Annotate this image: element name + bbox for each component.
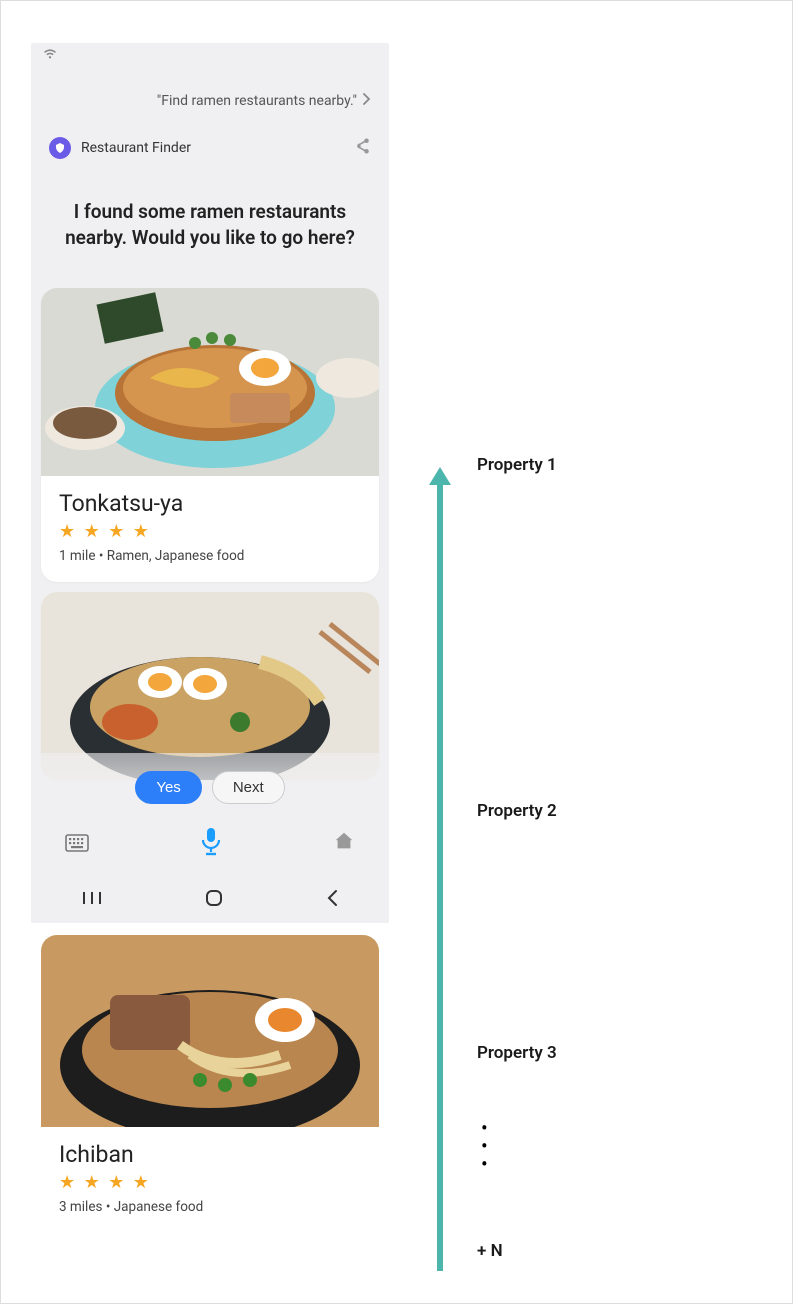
chevron-right-icon bbox=[363, 93, 371, 109]
ellipsis-icon: ••• bbox=[481, 1119, 488, 1173]
restaurant-card-body: Tonkatsu-ya ★ ★ ★ ★ 1 mile • Ramen, Japa… bbox=[41, 476, 379, 582]
next-button[interactable]: Next bbox=[212, 771, 285, 804]
back-button[interactable] bbox=[326, 889, 338, 912]
phone-frame: "Find ramen restaurants nearby." Restaur… bbox=[31, 43, 389, 923]
restaurant-card[interactable]: Ichiban ★ ★ ★ ★ 3 miles • Japanese food bbox=[41, 935, 379, 1233]
restaurant-image bbox=[41, 288, 379, 476]
recents-button[interactable] bbox=[82, 890, 102, 911]
yes-button[interactable]: Yes bbox=[135, 771, 201, 804]
capsule-icon bbox=[49, 137, 71, 159]
home-icon[interactable] bbox=[333, 830, 355, 856]
annotation-plus-n: + N bbox=[477, 1241, 503, 1261]
home-button[interactable] bbox=[205, 889, 223, 912]
user-query-row[interactable]: "Find ramen restaurants nearby." bbox=[31, 67, 389, 123]
suggestion-pills: Yes Next bbox=[135, 771, 284, 804]
share-icon[interactable] bbox=[353, 137, 371, 159]
android-nav-bar bbox=[31, 877, 389, 923]
status-bar bbox=[31, 43, 389, 67]
wifi-icon bbox=[43, 48, 57, 62]
scroll-arrow bbox=[437, 481, 443, 1271]
capsule-header: Restaurant Finder bbox=[31, 123, 389, 165]
keyboard-icon[interactable] bbox=[65, 834, 89, 852]
restaurant-subtitle: 1 mile • Ramen, Japanese food bbox=[59, 548, 361, 564]
restaurant-card[interactable]: Tonkatsu-ya ★ ★ ★ ★ 1 mile • Ramen, Japa… bbox=[41, 288, 379, 582]
microphone-icon[interactable] bbox=[198, 826, 224, 860]
restaurant-name: Tonkatsu-ya bbox=[59, 490, 361, 517]
rating-stars: ★ ★ ★ ★ bbox=[59, 1172, 361, 1193]
annotation-label: Property 3 bbox=[477, 1043, 557, 1063]
restaurant-subtitle: 3 miles • Japanese food bbox=[59, 1199, 361, 1215]
capsule-title: Restaurant Finder bbox=[81, 140, 353, 156]
restaurant-name: Ichiban bbox=[59, 1141, 361, 1168]
action-overlay: Yes Next bbox=[31, 753, 389, 923]
annotation-label: Property 2 bbox=[477, 801, 557, 821]
restaurant-image bbox=[41, 935, 379, 1127]
assistant-toolbar bbox=[31, 826, 389, 860]
restaurant-card-body: Ichiban ★ ★ ★ ★ 3 miles • Japanese food bbox=[41, 1127, 379, 1233]
annotation-label: Property 1 bbox=[477, 455, 557, 475]
rating-stars: ★ ★ ★ ★ bbox=[59, 521, 361, 542]
user-query-text: "Find ramen restaurants nearby." bbox=[157, 93, 357, 109]
assistant-response: I found some ramen restaurants nearby. W… bbox=[31, 165, 389, 278]
